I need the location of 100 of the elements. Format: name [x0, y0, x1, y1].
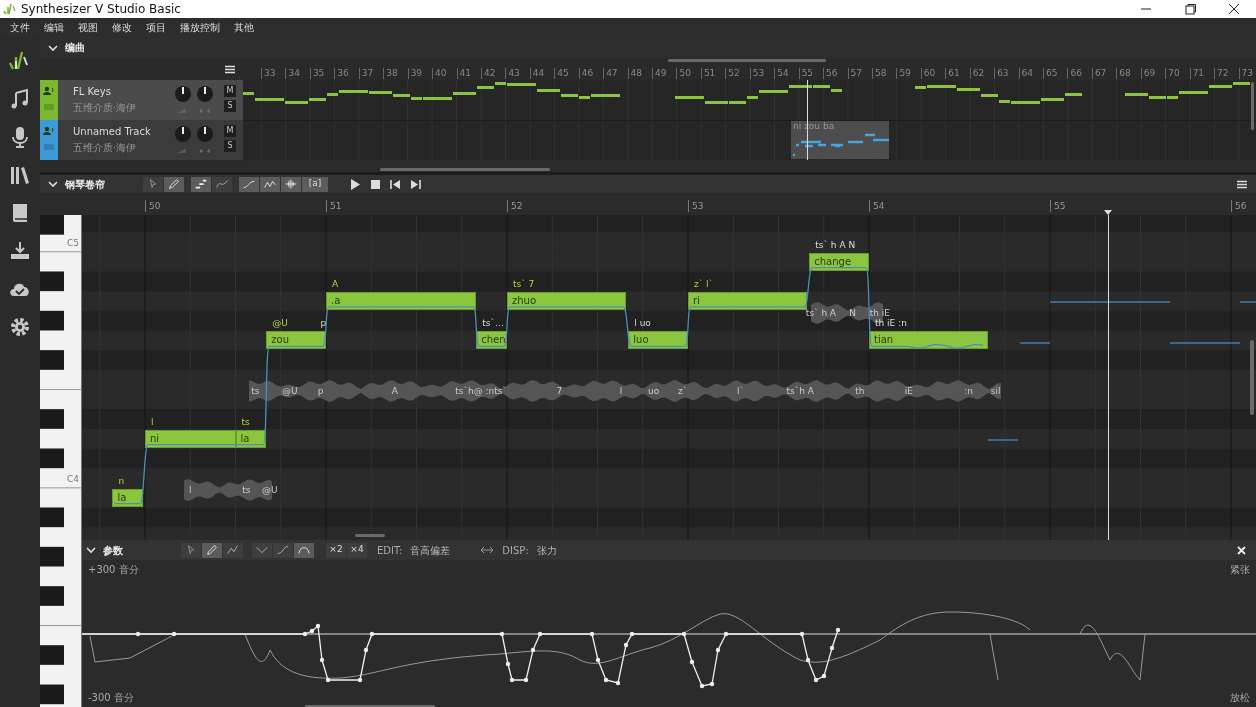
- phoneme-label: @U: [262, 483, 278, 496]
- scrollbar-thumb[interactable]: [305, 705, 435, 707]
- drag-handle-icon[interactable]: [44, 104, 54, 110]
- play-icon[interactable]: [350, 178, 361, 190]
- measure-number: 65: [1043, 68, 1068, 79]
- playhead-line[interactable]: [806, 80, 808, 160]
- phoneme-label: iE: [904, 385, 913, 398]
- phoneme-label: z`: [677, 385, 688, 398]
- skip-back-icon[interactable]: [390, 178, 401, 190]
- phoneme-label: p: [317, 385, 324, 398]
- app-logo-icon: [3, 3, 17, 15]
- measure-number: 56: [1231, 200, 1251, 212]
- measure-number: 51: [326, 200, 507, 212]
- measure-number: 69: [1140, 68, 1166, 79]
- scrollbar-thumb[interactable]: [355, 534, 385, 537]
- solo-button[interactable]: S: [224, 100, 236, 112]
- measure-number: 63: [994, 68, 1019, 79]
- phoneme-label: sil: [990, 385, 1001, 398]
- measure-number: 70: [1165, 68, 1190, 79]
- phoneme-label: ts`h A: [786, 385, 814, 398]
- axis-label: 紧张: [1230, 564, 1250, 576]
- section-title: 钢琴卷帘: [65, 177, 106, 192]
- note-block[interactable]: chen: [476, 331, 507, 350]
- scrollbar-thumb[interactable]: [1250, 340, 1254, 415]
- track-header[interactable]: Unnamed Track 五维介质·海伊 M S: [40, 120, 243, 160]
- display-label: DISP:: [502, 543, 529, 558]
- menu-icon[interactable]: [1237, 179, 1247, 189]
- measure-number: 53: [688, 200, 869, 212]
- mute-button[interactable]: M: [224, 125, 236, 137]
- phoneme-label: ts`…: [482, 317, 504, 330]
- drag-handle-icon[interactable]: [44, 144, 54, 150]
- multiplier-button[interactable]: ×4: [347, 542, 367, 558]
- note-block[interactable]: tian: [869, 331, 989, 350]
- menu-icon[interactable]: [225, 64, 235, 74]
- menu-item[interactable]: 播放控制: [173, 18, 227, 37]
- phoneme-label: th: [855, 385, 865, 398]
- track-name[interactable]: FL Keys: [73, 84, 111, 99]
- singer-icon: [43, 126, 54, 135]
- measure-number: 40: [432, 68, 457, 79]
- multiplier-button[interactable]: ×2: [326, 542, 346, 558]
- chevron-icon[interactable]: [86, 545, 96, 555]
- measure-number: 51: [700, 68, 726, 79]
- pan-knob[interactable]: [197, 126, 213, 142]
- volume-knob[interactable]: [175, 86, 191, 102]
- scrollbar-thumb[interactable]: [1251, 82, 1254, 130]
- clip[interactable]: [791, 121, 890, 159]
- phoneme-label: ts: [251, 385, 260, 398]
- measure-number: 33: [261, 68, 286, 79]
- phoneme-label: :n: [964, 385, 973, 398]
- track-name[interactable]: Unnamed Track: [73, 124, 151, 139]
- menu-item[interactable]: 编辑: [37, 18, 71, 37]
- track-header[interactable]: FL Keys 五维介质·海伊 M S: [40, 80, 243, 120]
- menu-item[interactable]: 文件: [3, 18, 37, 37]
- swap-icon[interactable]: [480, 546, 495, 554]
- measure-number: 52: [507, 200, 688, 212]
- measure-number: 64: [1018, 68, 1043, 79]
- measure-number: 56: [823, 68, 848, 79]
- menu-item[interactable]: 修改: [105, 18, 139, 37]
- phoneme-label: A: [332, 277, 339, 290]
- window-title: Synthesizer V Studio Basic: [21, 1, 181, 18]
- measure-number: 45: [554, 68, 579, 79]
- piano-keyboard[interactable]: [40, 215, 82, 707]
- phoneme-label: l: [151, 415, 154, 428]
- mute-button[interactable]: M: [224, 85, 236, 97]
- tool-button[interactable]: [a]: [302, 176, 328, 192]
- edit-parameter[interactable]: 音高偏差: [410, 542, 451, 558]
- pitch-curve[interactable]: [112, 265, 985, 506]
- voice-name: 五维介质·海伊: [73, 141, 137, 155]
- volume-knob[interactable]: [175, 126, 191, 142]
- solo-button[interactable]: S: [224, 140, 236, 152]
- key-label: C5: [67, 236, 79, 249]
- note-block[interactable]: luo: [628, 331, 688, 350]
- chevron-icon[interactable]: [48, 42, 58, 53]
- measure-number: 53: [749, 68, 775, 79]
- phoneme-label: uo: [648, 385, 660, 398]
- note-block[interactable]: zou: [266, 331, 326, 350]
- pan-knob[interactable]: [197, 86, 213, 102]
- measure-number: 52: [725, 68, 750, 79]
- menu-item[interactable]: 其他: [227, 18, 261, 37]
- scrollbar-thumb[interactable]: [380, 168, 550, 171]
- phoneme-label: ts: [241, 415, 250, 428]
- close-icon[interactable]: [1237, 545, 1246, 555]
- measure-number: 42: [480, 68, 506, 79]
- display-parameter[interactable]: 张力: [536, 542, 557, 558]
- chevron-icon[interactable]: [48, 179, 58, 189]
- menu-item[interactable]: 视图: [71, 18, 105, 37]
- edit-label: EDIT:: [377, 543, 403, 558]
- phoneme-label: ts: [242, 483, 251, 496]
- measure-number: 39: [407, 68, 433, 79]
- settings-icon[interactable]: [8, 315, 32, 339]
- measure-number: 37: [358, 68, 384, 79]
- measure-number: 54: [869, 200, 1050, 212]
- measure-number: 43: [505, 68, 530, 79]
- scrollbar-thumb[interactable]: [668, 59, 826, 62]
- menu-item[interactable]: 项目: [139, 18, 173, 37]
- key-label: C4: [67, 473, 79, 485]
- stop-icon[interactable]: [370, 178, 381, 190]
- measure-number: 67: [1091, 68, 1117, 79]
- skip-forward-icon[interactable]: [410, 178, 421, 190]
- measure-number: 48: [627, 68, 652, 79]
